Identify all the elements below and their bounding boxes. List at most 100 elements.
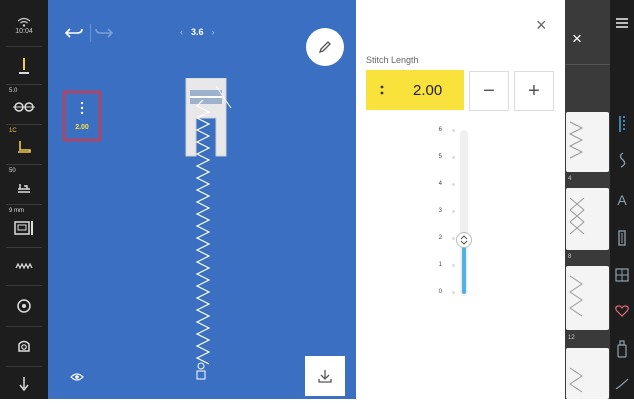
needle-position-button[interactable] [0, 368, 48, 399]
needle-stop-icon [17, 299, 31, 313]
thread-cutter-button[interactable] [0, 328, 48, 364]
favorites-tab[interactable] [610, 305, 634, 317]
alphabet-icon: A [617, 192, 627, 208]
pressure-icon [19, 58, 29, 74]
scale-dot [452, 210, 455, 213]
stitch-number: 8 [568, 254, 572, 260]
scale-dot [452, 183, 455, 186]
stitch-plate-value: 9 mm [9, 208, 24, 214]
scale-dot [452, 291, 455, 294]
zoom-control[interactable]: ‹ 3.6 › [180, 27, 215, 37]
scale-tick-1: 1 [438, 262, 442, 268]
bottle-icon [617, 340, 627, 358]
stitch-length-panel: × Stitch Length 2.00 − + 6 5 4 3 2 1 0 [356, 0, 565, 399]
strip-divider [565, 64, 610, 65]
slider-fill [462, 240, 466, 294]
right-rail: A [610, 0, 634, 399]
decorative-stitches-tab[interactable] [610, 152, 634, 168]
heart-icon [615, 305, 629, 317]
decorative-stitch-icon [619, 152, 626, 168]
scale-dot [452, 156, 455, 159]
stitch-canvas: ‹ 3.6 › 2.00 [48, 0, 356, 399]
download-button[interactable] [305, 356, 345, 396]
stitch-thumbnail-partial[interactable] [566, 348, 609, 399]
undo-icon[interactable] [64, 26, 84, 40]
redo-icon[interactable] [94, 26, 114, 40]
scroll-icon [615, 378, 629, 390]
zoom-out-chevron-icon[interactable]: ‹ [180, 27, 183, 37]
stitch-plate-button[interactable]: 9 mm [0, 206, 48, 244]
alphabets-tab[interactable]: A [610, 192, 634, 208]
menu-icon [616, 18, 628, 28]
stitch-length-value: 2.00 [75, 124, 89, 131]
needle-tension-value: 5.0 [9, 88, 18, 94]
wifi-icon [17, 17, 31, 27]
scale-tick-3: 3 [438, 208, 442, 214]
scale-tick-0: 0 [438, 289, 442, 295]
stitch-end-marker-icon [196, 362, 206, 380]
zigzag-stitch-line [195, 100, 211, 365]
scroll-indicator [610, 378, 634, 390]
feed-dog-button[interactable]: 50 [0, 166, 48, 202]
presser-foot-value: 1C [9, 128, 17, 134]
bobbin-thread-button[interactable] [0, 249, 48, 283]
scale-tick-2: 2 [438, 235, 442, 241]
buttonhole-icon [618, 230, 626, 246]
clock-time: 10:04 [15, 28, 33, 35]
presser-foot-icon [18, 141, 31, 153]
needle-stop-button[interactable] [0, 287, 48, 325]
plus-icon: + [528, 79, 540, 102]
wifi-status: 10:04 [0, 12, 48, 40]
zoom-value: 3.6 [191, 27, 204, 37]
personal-program-tab[interactable] [610, 340, 634, 358]
stitch-length-value-box: 2.00 [366, 70, 464, 110]
stitch-number: 12 [568, 335, 575, 341]
scale-tick-5: 5 [438, 154, 442, 160]
quilt-icon [615, 268, 629, 282]
stitch-thumbnail-cross[interactable] [566, 188, 609, 250]
edit-button[interactable] [306, 28, 344, 66]
presser-foot-pressure-button[interactable] [0, 50, 48, 82]
slider-thumb[interactable] [456, 232, 472, 248]
slider-thumb-arrows-icon [460, 235, 468, 245]
needle-tension-button[interactable]: 5.0 [0, 86, 48, 122]
minus-icon: − [483, 79, 495, 102]
scale-dot [452, 264, 455, 267]
zoom-in-chevron-icon[interactable]: › [212, 27, 215, 37]
decrease-button[interactable]: − [469, 71, 509, 111]
increase-button[interactable]: + [514, 71, 554, 111]
stitch-number: 4 [568, 176, 572, 182]
scale-tick-6: 6 [438, 127, 442, 133]
practical-stitches-tab[interactable] [610, 115, 634, 133]
menu-button[interactable] [610, 18, 634, 28]
strip-close-button[interactable]: × [572, 30, 582, 47]
stitch-plate-icon [14, 221, 33, 235]
quilt-stitches-tab[interactable] [610, 268, 634, 282]
panel-title: Stitch Length [366, 55, 419, 65]
scale-tick-4: 4 [438, 181, 442, 187]
stitch-thumbnail-wave[interactable] [566, 266, 609, 330]
scale-dot [452, 129, 455, 132]
stitch-length-highlight[interactable]: 2.00 [63, 91, 101, 141]
needle-down-icon [19, 376, 29, 391]
pencil-icon [318, 41, 331, 54]
eye-icon[interactable] [70, 372, 84, 382]
feed-dog-icon [18, 184, 30, 193]
practical-stitch-icon [619, 116, 625, 132]
left-sidebar: 10:04 5.0 1C 50 9 mm [0, 0, 48, 399]
stitch-length-display: 2.00 [413, 82, 443, 99]
thread-cutter-icon [18, 340, 30, 352]
presser-foot-button[interactable]: 1C [0, 126, 48, 162]
scale-dot [452, 237, 455, 240]
tension-icon [13, 102, 35, 112]
buttonholes-tab[interactable] [610, 230, 634, 246]
stitch-length-dots-icon [380, 85, 384, 95]
download-icon [318, 370, 332, 383]
undo-redo-divider [90, 24, 91, 42]
bobbin-icon [15, 262, 33, 270]
feed-dog-value: 50 [9, 168, 16, 174]
panel-close-button[interactable]: × [536, 16, 547, 34]
stitch-length-icon [80, 101, 84, 115]
stitch-thumbnail-zigzag[interactable] [566, 112, 609, 172]
slider-track[interactable] [456, 130, 472, 296]
